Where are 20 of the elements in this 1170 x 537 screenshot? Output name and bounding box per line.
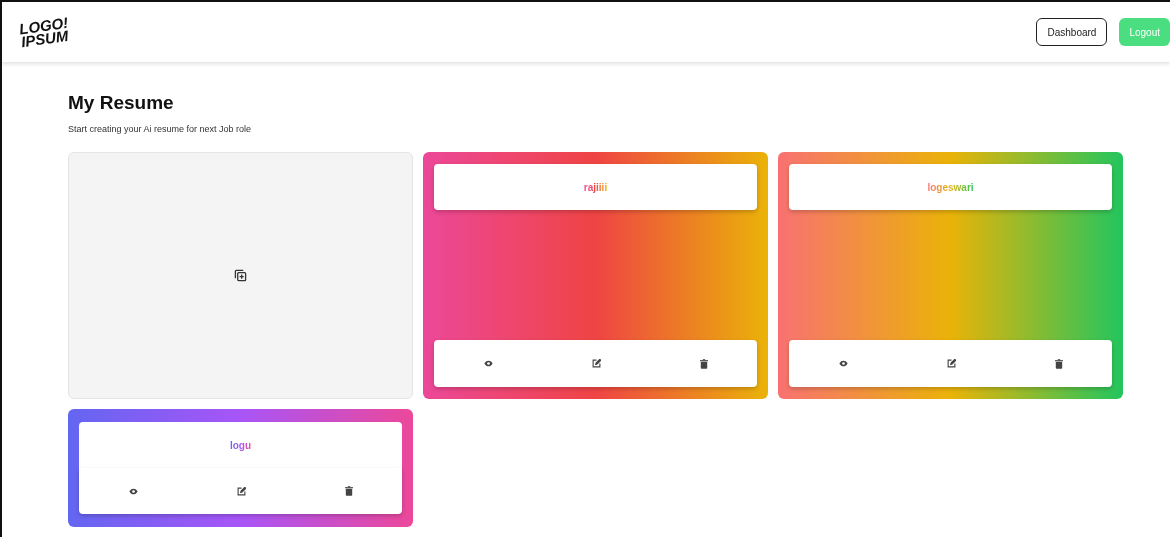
trash-icon[interactable] [344, 486, 353, 496]
eye-icon[interactable] [128, 487, 138, 495]
resume-title: logu [229, 439, 252, 451]
resume-card[interactable]: rajiiii [423, 152, 768, 399]
trash-icon[interactable] [1054, 358, 1063, 369]
resume-card[interactable]: logu [68, 409, 413, 527]
eye-icon[interactable] [483, 360, 493, 367]
edit-icon[interactable] [236, 486, 246, 496]
trash-icon[interactable] [699, 358, 708, 369]
page-subtitle: Start creating your Ai resume for next Job role [68, 124, 253, 134]
add-copy-icon [234, 269, 247, 282]
dashboard-button[interactable]: Dashboard [1036, 18, 1108, 46]
edit-icon[interactable] [591, 359, 601, 368]
edit-icon[interactable] [946, 359, 956, 368]
page-title: My Resume [68, 92, 175, 114]
resume-title: rajiiii [583, 181, 608, 193]
logo: LOGO! IPSUM [18, 15, 71, 49]
resume-card[interactable]: logeswari [778, 152, 1123, 399]
eye-icon[interactable] [838, 360, 848, 367]
resume-title: logeswari [927, 181, 974, 193]
